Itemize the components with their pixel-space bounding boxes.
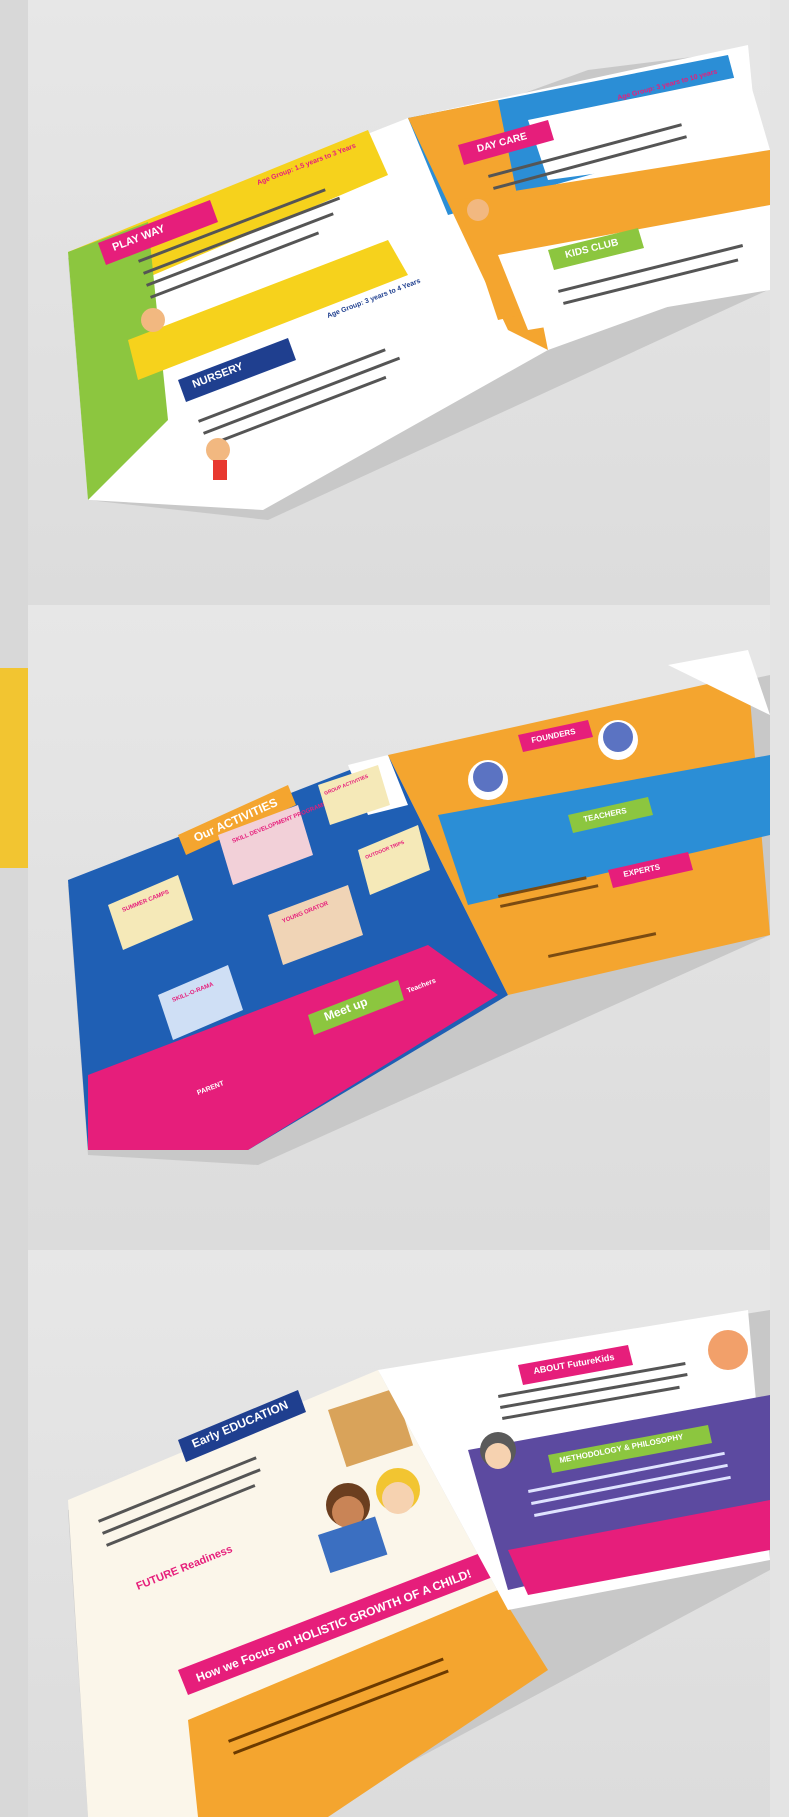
spread-3-illustration: Early EDUCATION FUTURE Readiness How we … [68, 1310, 770, 1817]
kid-illustration-2 [206, 438, 230, 462]
brochure-spread-2: Our ACTIVITIES SUMMER CAMPS SKILL DEVELO… [28, 605, 770, 1250]
brochure-spread-1: PLAY WAY Age Group: 1.5 years to 3 Years… [28, 0, 770, 605]
spread-2-illustration: Our ACTIVITIES SUMMER CAMPS SKILL DEVELO… [68, 650, 770, 1165]
brochure-spread-3: Early EDUCATION FUTURE Readiness How we … [28, 1250, 770, 1817]
left-page-edge [0, 0, 28, 1817]
kid-illustration-1 [141, 308, 165, 332]
spread-1-illustration: PLAY WAY Age Group: 1.5 years to 3 Years… [68, 45, 770, 520]
kid-peek-illustration [708, 1330, 748, 1370]
yellow-cover-edge [0, 668, 28, 868]
